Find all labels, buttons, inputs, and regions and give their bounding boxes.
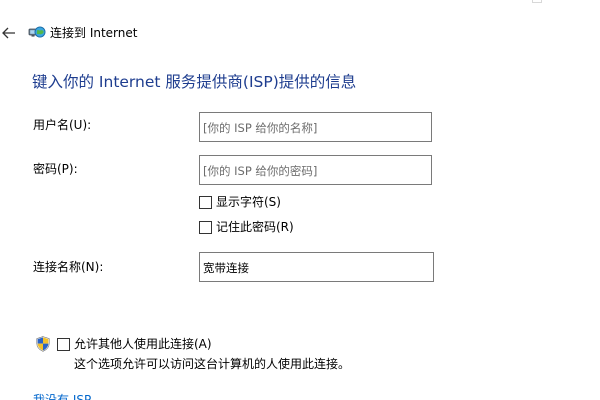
allow-others-checkbox-row[interactable]: 允许其他人使用此连接(A) (57, 336, 212, 352)
password-input[interactable] (199, 155, 432, 185)
username-input[interactable] (199, 112, 432, 142)
allow-others-description: 这个选项允许可以访问这台计算机的人使用此连接。 (74, 357, 351, 371)
uac-shield-icon (36, 336, 50, 352)
allow-others-label: 允许其他人使用此连接(A) (74, 337, 212, 351)
show-characters-label: 显示字符(S) (216, 195, 281, 209)
connect-to-internet-window: × 连接到 Internet 键入你的 Internet 服务提供商(ISP)提… (0, 0, 600, 400)
close-icon: × (581, 0, 589, 2)
window-title: 连接到 Internet (50, 26, 138, 40)
password-label: 密码(P): (33, 162, 78, 176)
remember-password-label: 记住此密码(R) (216, 220, 294, 234)
minimize-button[interactable] (472, 0, 502, 6)
show-characters-checkbox-row[interactable]: 显示字符(S) (199, 194, 281, 210)
remember-password-checkbox-row[interactable]: 记住此密码(R) (199, 219, 294, 235)
close-button[interactable]: × (570, 0, 600, 6)
back-arrow-icon (2, 27, 15, 39)
username-label: 用户名(U): (33, 118, 92, 132)
maximize-icon (532, 0, 542, 3)
back-button[interactable] (0, 24, 18, 42)
show-characters-checkbox[interactable] (199, 195, 212, 209)
connection-name-label: 连接名称(N): (33, 260, 104, 274)
page-heading: 键入你的 Internet 服务提供商(ISP)提供的信息 (32, 73, 357, 91)
connection-name-input[interactable] (199, 252, 434, 282)
network-globe-icon (28, 26, 46, 38)
remember-password-checkbox[interactable] (199, 220, 212, 234)
maximize-button[interactable] (522, 0, 552, 6)
allow-others-checkbox[interactable] (57, 337, 70, 351)
no-isp-link[interactable]: 我没有 ISP (33, 392, 91, 400)
